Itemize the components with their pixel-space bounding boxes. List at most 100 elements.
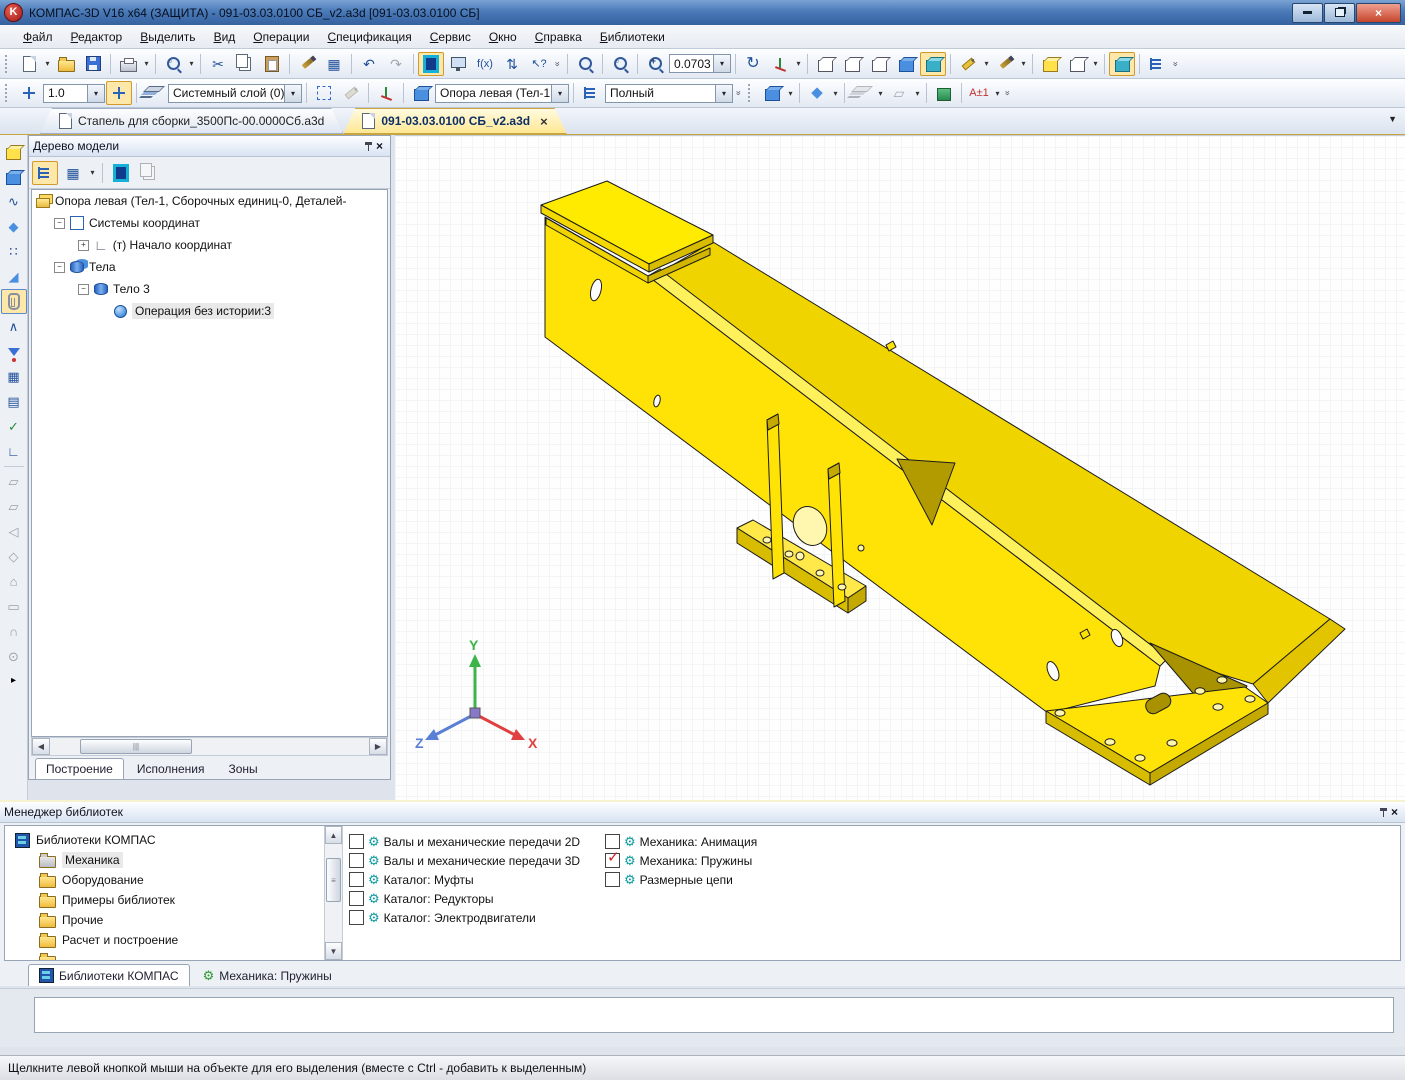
sort-button[interactable]: ⇅ <box>499 52 525 76</box>
panel-close-icon[interactable]: × <box>373 139 386 153</box>
shared-view-button[interactable] <box>445 52 471 76</box>
component-button[interactable] <box>408 81 434 105</box>
lib-item-shafts-3d[interactable]: ⚙ Валы и механические передачи 3D <box>349 851 1400 870</box>
print-button[interactable] <box>115 52 141 76</box>
auto-dimension-button[interactable]: A±1 <box>966 81 992 105</box>
model-opora-levaya[interactable]: Y X Z <box>395 136 1405 801</box>
lib-item-shafts-2d[interactable]: ⚙ Валы и механические передачи 2D <box>349 832 1400 851</box>
checkbox[interactable] <box>349 872 364 887</box>
plane-tool-dropdown[interactable]: ▾ <box>913 82 922 104</box>
component-combo[interactable]: Опора левая (Тел-1 ▾ <box>435 84 569 103</box>
section-display-button[interactable] <box>1037 52 1063 76</box>
checkbox[interactable] <box>605 834 620 849</box>
collapse-icon-3[interactable]: − <box>78 284 89 295</box>
doc-tab-active[interactable]: 091-03.03.0100 СБ_v2.a3d × <box>343 108 566 134</box>
rebuild-button[interactable] <box>1109 52 1135 76</box>
spatial-curves-button[interactable]: ∿ <box>1 189 27 214</box>
save-button[interactable] <box>80 52 106 76</box>
sheet-metal-button[interactable]: ∟ <box>1 439 27 464</box>
simplification-button[interactable] <box>955 52 981 76</box>
menu-window[interactable]: Окно <box>480 27 526 47</box>
surface-tool-1-button[interactable]: ◇ <box>1 544 27 569</box>
layers-button[interactable] <box>141 81 167 105</box>
edit-sketch-button[interactable] <box>338 81 364 105</box>
hidden-lines-button[interactable] <box>839 52 865 76</box>
orientation-dropdown[interactable]: ▾ <box>794 53 803 75</box>
collapse-icon[interactable]: − <box>54 218 65 229</box>
simplification-dropdown[interactable]: ▾ <box>982 53 991 75</box>
frame-select-button[interactable] <box>311 81 337 105</box>
properties-panel-button[interactable] <box>418 52 444 76</box>
strip-expand-handle[interactable]: ▸ <box>11 675 16 686</box>
doc-tab-stapel[interactable]: Стапель для сборки_3500Пс-00.0000Сб.a3d <box>40 108 343 134</box>
shaded-button[interactable] <box>893 52 919 76</box>
tree-item-body3[interactable]: − Тело 3 <box>32 278 387 300</box>
lib-item-dim-chains[interactable]: ⚙ Размерные цепи <box>605 870 757 889</box>
plane-tool-2-button[interactable]: ▱ <box>1 494 27 519</box>
viewport-3d[interactable]: Y X Z <box>395 135 1405 801</box>
snap-toggle-button[interactable] <box>106 81 132 105</box>
step-combo[interactable]: 1.0 ▾ <box>43 84 105 103</box>
library-folder-equipment[interactable]: Оборудование <box>5 870 342 890</box>
checkbox-checked[interactable]: ✓ <box>605 853 620 868</box>
undo-button[interactable]: ↶ <box>356 52 382 76</box>
tab-construction[interactable]: Построение <box>35 758 124 779</box>
clip-button[interactable] <box>1064 52 1090 76</box>
menu-help[interactable]: Справка <box>526 27 591 47</box>
dimension-box-button[interactable] <box>931 81 957 105</box>
layer-combo-arrow[interactable]: ▾ <box>284 85 301 102</box>
library-folder-calc[interactable]: Расчет и построение <box>5 930 342 950</box>
tree-horizontal-scrollbar[interactable]: ◀ ||| ▶ <box>31 737 388 756</box>
close-button[interactable]: × <box>1356 3 1401 23</box>
rotate-button[interactable]: ↻ <box>740 52 766 76</box>
library-folder-mechanics[interactable]: Механика <box>5 850 342 870</box>
toolbar-grip[interactable] <box>5 55 12 73</box>
component-combo-arrow[interactable]: ▾ <box>551 85 568 102</box>
lib-item-couplings[interactable]: ⚙ Каталог: Муфты <box>349 870 1400 889</box>
vscroll-thumb[interactable]: ≡ <box>326 858 341 902</box>
copy-button[interactable] <box>232 52 258 76</box>
tree-composition-dropdown[interactable]: ▾ <box>88 162 97 184</box>
scroll-thumb[interactable]: ||| <box>80 739 192 754</box>
library-folder-examples[interactable]: Примеры библиотек <box>5 890 342 910</box>
preview-button[interactable] <box>160 52 186 76</box>
open-button[interactable] <box>53 52 79 76</box>
checkbox[interactable] <box>349 853 364 868</box>
auxiliary-geometry-button[interactable] <box>1 289 27 314</box>
reports-button[interactable]: ▦ <box>1 364 27 389</box>
shaded-edges-button[interactable] <box>920 52 946 76</box>
print-dropdown[interactable]: ▾ <box>142 53 151 75</box>
window-list-dropdown[interactable]: ▼ <box>1388 114 1397 124</box>
scroll-left-arrow[interactable]: ◀ <box>32 738 50 755</box>
toolbar2-overflow[interactable]: » <box>734 88 744 98</box>
menu-editor[interactable]: Редактор <box>62 27 132 47</box>
tree-item-origin[interactable]: + ∟ (т) Начало координат <box>32 234 387 256</box>
copy-properties-button[interactable] <box>294 52 320 76</box>
spreadsheet-button[interactable]: ▦ <box>321 52 347 76</box>
menu-select[interactable]: Выделить <box>131 27 204 47</box>
zoom-in-button[interactable] <box>642 52 668 76</box>
layer-combo[interactable]: Системный слой (0) ▾ <box>168 84 302 103</box>
arrays-button[interactable]: ∷ <box>1 239 27 264</box>
filters-button[interactable] <box>1 339 27 364</box>
scale-combo[interactable]: 0.0703 ▾ <box>669 54 731 73</box>
menu-specification[interactable]: Спецификация <box>318 27 420 47</box>
paste-button[interactable] <box>259 52 285 76</box>
redo-button[interactable]: ↷ <box>383 52 409 76</box>
lib-item-springs[interactable]: ✓ ⚙ Механика: Пружины <box>605 851 757 870</box>
scroll-up-arrow[interactable]: ▲ <box>325 826 342 844</box>
tab-versions[interactable]: Исполнения <box>126 758 216 779</box>
measure-3d-button[interactable]: ∧ <box>1 314 27 339</box>
new-document-button[interactable] <box>16 52 42 76</box>
solid-body-button[interactable] <box>1 164 27 189</box>
checkbox[interactable] <box>605 872 620 887</box>
toolbar2b-grip[interactable] <box>748 84 755 102</box>
notebook-button[interactable]: ▤ <box>1 389 27 414</box>
hidden-lines-thin-button[interactable] <box>866 52 892 76</box>
lib-item-reducers[interactable]: ⚙ Каталог: Редукторы <box>349 889 1400 908</box>
wireframe-button[interactable] <box>812 52 838 76</box>
tree-item-operation[interactable]: Операция без истории:3 <box>32 300 387 322</box>
checkbox[interactable] <box>349 891 364 906</box>
clip-dropdown[interactable]: ▾ <box>1091 53 1100 75</box>
expand-icon[interactable]: + <box>78 240 89 251</box>
